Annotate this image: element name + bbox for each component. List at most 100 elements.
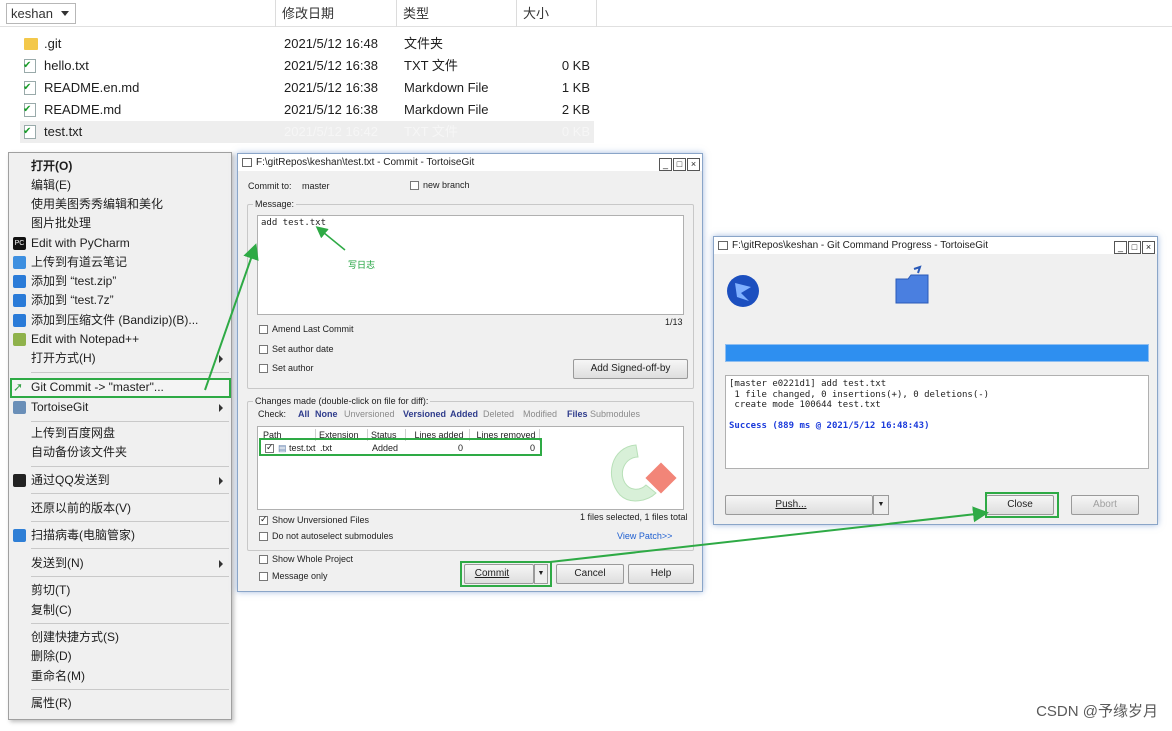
file-row[interactable]: .git 2021/5/12 16:48 文件夹 xyxy=(20,33,594,55)
amend-label: Amend Last Commit xyxy=(272,324,354,334)
filter-unversioned[interactable]: Unversioned xyxy=(344,409,395,419)
menu-git-commit[interactable]: ➚ Git Commit -> "master"... xyxy=(9,378,231,397)
file-date: 2021/5/12 16:38 xyxy=(284,58,378,73)
view-patch-link[interactable]: View Patch>> xyxy=(617,531,672,541)
chevron-down-icon xyxy=(61,11,69,16)
message-only-checkbox[interactable] xyxy=(259,572,268,581)
message-only-label: Message only xyxy=(272,571,328,581)
menu-open[interactable]: 打开(O) xyxy=(9,157,231,176)
set-author-checkbox[interactable] xyxy=(259,364,268,373)
message-counter: 1/13 xyxy=(665,317,683,327)
menu-baidu-upload[interactable]: 上传到百度网盘 xyxy=(9,424,231,443)
column-date-header[interactable]: 修改日期 xyxy=(276,0,397,27)
menu-rename[interactable]: 重命名(M) xyxy=(9,667,231,686)
menu-restore[interactable]: 还原以前的版本(V) xyxy=(9,499,231,518)
file-row-selected[interactable]: test.txt 2021/5/12 16:42 TXT 文件 0 KB xyxy=(20,121,594,143)
filter-added[interactable]: Added xyxy=(450,409,478,419)
menu-youdao[interactable]: 上传到有道云笔记 xyxy=(9,253,231,272)
commit-button-highlight xyxy=(460,561,552,587)
menu-notepadpp[interactable]: Edit with Notepad++ xyxy=(9,330,231,349)
progress-titlebar: F:\gitRepos\keshan - Git Command Progres… xyxy=(714,237,1157,254)
filter-deleted[interactable]: Deleted xyxy=(483,409,514,419)
progress-dialog: F:\gitRepos\keshan - Git Command Progres… xyxy=(713,236,1158,525)
minimize-button[interactable]: _ xyxy=(659,158,672,171)
menu-tortoisegit[interactable]: TortoiseGit xyxy=(9,398,231,417)
filter-all[interactable]: All xyxy=(298,409,310,419)
filter-modified[interactable]: Modified xyxy=(523,409,557,419)
push-button[interactable]: Push... xyxy=(725,495,873,515)
menu-qq-send[interactable]: 通过QQ发送到 xyxy=(9,471,231,490)
submenu-arrow-icon xyxy=(219,560,223,568)
menu-add-7z[interactable]: 添加到 “test.7z” xyxy=(9,291,231,310)
progress-title: F:\gitRepos\keshan - Git Command Progres… xyxy=(732,240,989,251)
help-button[interactable]: Help xyxy=(628,564,694,584)
menu-edit[interactable]: 编辑(E) xyxy=(9,176,231,195)
commit-dialog: F:\gitRepos\keshan\test.txt - Commit - T… xyxy=(237,153,703,592)
amend-checkbox[interactable] xyxy=(259,325,268,334)
submenu-arrow-icon xyxy=(219,404,223,412)
submenu-arrow-icon xyxy=(219,477,223,485)
new-branch-checkbox[interactable] xyxy=(410,181,419,190)
column-name-header[interactable]: keshan xyxy=(0,0,276,27)
commit-message-input[interactable]: add test.txt xyxy=(257,215,684,315)
row-highlight xyxy=(259,438,542,456)
file-name: hello.txt xyxy=(44,58,89,73)
file-name: test.txt xyxy=(44,124,83,139)
file-row[interactable]: hello.txt 2021/5/12 16:38 TXT 文件 0 KB xyxy=(20,55,594,77)
show-unversioned-checkbox[interactable] xyxy=(259,514,268,525)
filter-versioned[interactable]: Versioned xyxy=(403,409,446,419)
menu-virus-scan[interactable]: 扫描病毒(电脑管家) xyxy=(9,526,231,545)
menu-pycharm[interactable]: PC Edit with PyCharm xyxy=(9,234,231,253)
menu-bandizip[interactable]: 添加到压缩文件 (Bandizip)(B)... xyxy=(9,311,231,330)
menu-delete[interactable]: 删除(D) xyxy=(9,647,231,666)
file-row[interactable]: README.en.md 2021/5/12 16:38 Markdown Fi… xyxy=(20,77,594,99)
no-autoselect-checkbox[interactable] xyxy=(259,532,268,541)
author-date-checkbox[interactable] xyxy=(259,345,268,354)
maximize-button[interactable]: □ xyxy=(1128,241,1141,254)
close-window-button[interactable]: × xyxy=(1142,241,1155,254)
changes-label: Changes made (double-click on file for d… xyxy=(253,396,431,406)
push-dropdown-arrow-icon[interactable]: ▼ xyxy=(873,495,889,515)
file-type: TXT 文件 xyxy=(404,58,458,73)
folder-dropdown[interactable]: keshan xyxy=(6,3,76,24)
menu-cut[interactable]: 剪切(T) xyxy=(9,581,231,600)
menu-auto-backup[interactable]: 自动备份该文件夹 xyxy=(9,443,231,462)
filter-files[interactable]: Files xyxy=(567,409,588,419)
message-label: Message: xyxy=(253,199,297,209)
qq-icon xyxy=(13,474,26,487)
file-date: 2021/5/12 16:38 xyxy=(284,102,378,117)
menu-separator xyxy=(31,623,229,624)
close-window-button[interactable]: × xyxy=(687,158,700,171)
git-commit-icon: ➚ xyxy=(13,380,24,394)
menu-open-with[interactable]: 打开方式(H) xyxy=(9,349,231,368)
maximize-button[interactable]: □ xyxy=(673,158,686,171)
show-whole-checkbox[interactable] xyxy=(259,555,268,564)
menu-add-zip[interactable]: 添加到 “test.zip” xyxy=(9,272,231,291)
signed-off-button[interactable]: Add Signed-off-by xyxy=(573,359,688,379)
column-size-header[interactable]: 大小 xyxy=(517,0,597,27)
folder-icon xyxy=(895,265,929,304)
abort-button[interactable]: Abort xyxy=(1071,495,1139,515)
menu-meitu[interactable]: 使用美图秀秀编辑和美化 xyxy=(9,195,231,214)
log-line: 1 file changed, 0 insertions(+), 0 delet… xyxy=(729,389,990,400)
log-success: Success (889 ms @ 2021/5/12 16:48:43) xyxy=(729,421,930,431)
menu-batch-image[interactable]: 图片批处理 xyxy=(9,214,231,233)
file-row[interactable]: README.md 2021/5/12 16:38 Markdown File … xyxy=(20,99,594,121)
file-name: README.en.md xyxy=(44,80,140,95)
column-type-header[interactable]: 类型 xyxy=(397,0,517,27)
show-whole-label: Show Whole Project xyxy=(272,554,354,564)
filter-none[interactable]: None xyxy=(315,409,338,419)
menu-create-shortcut[interactable]: 创建快捷方式(S) xyxy=(9,628,231,647)
cancel-button[interactable]: Cancel xyxy=(556,564,624,584)
log-line: create mode 100644 test.txt xyxy=(729,400,881,410)
minimize-button[interactable]: _ xyxy=(1114,241,1127,254)
menu-properties[interactable]: 属性(R) xyxy=(9,694,231,713)
filter-submodules[interactable]: Submodules xyxy=(590,409,640,419)
file-type: TXT 文件 xyxy=(404,124,458,139)
commit-to-label: Commit to: xyxy=(248,181,292,191)
no-autoselect-label: Do not autoselect submodules xyxy=(272,531,394,541)
menu-send-to[interactable]: 发送到(N) xyxy=(9,554,231,573)
menu-copy[interactable]: 复制(C) xyxy=(9,601,231,620)
commit-message-text: add test.txt xyxy=(261,218,327,228)
bandizip-icon xyxy=(13,275,26,288)
